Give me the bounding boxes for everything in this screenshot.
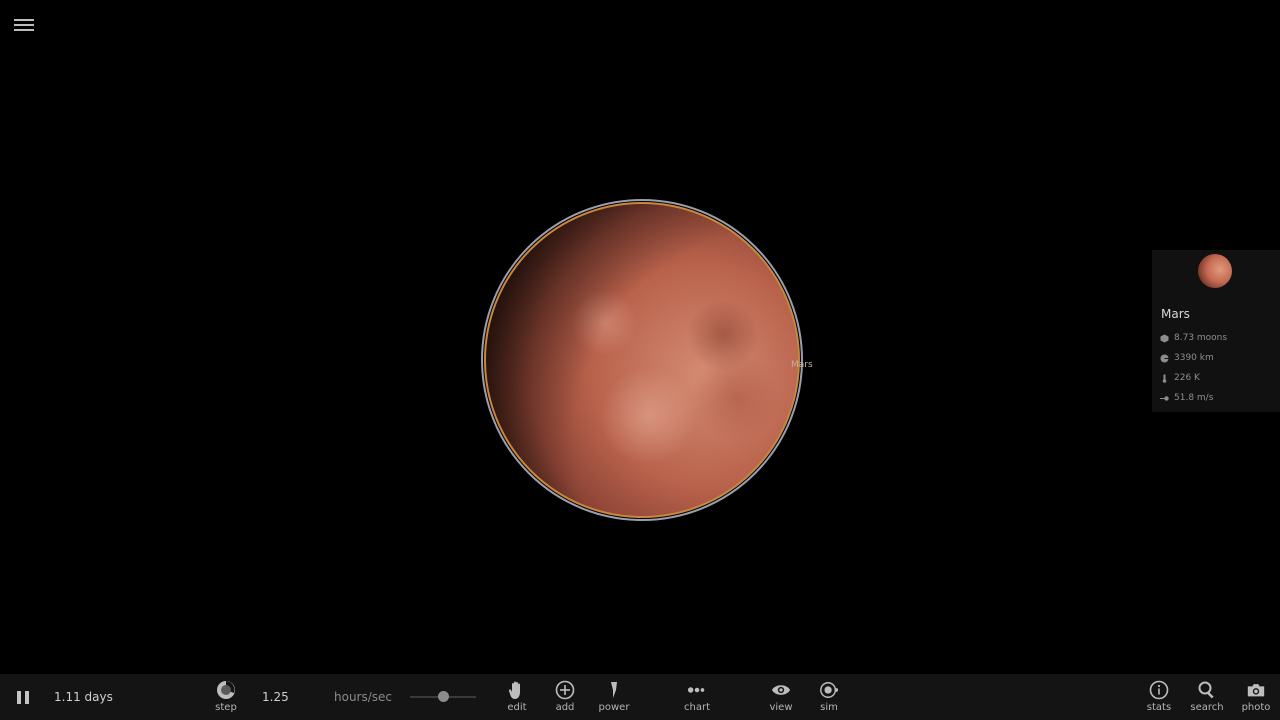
step-button[interactable]: step — [204, 680, 248, 718]
sim-button[interactable]: sim — [807, 680, 851, 718]
bottom-toolbar: 1.11 days step 1.25 hours/sec edit add p… — [0, 674, 1280, 720]
object-info-panel[interactable]: Mars 8.73 moons 3390 km 226 K 51.8 m/s — [1152, 250, 1280, 412]
speed-value[interactable]: 1.25 — [262, 690, 289, 704]
speed-unit[interactable]: hours/sec — [334, 690, 392, 704]
view-label: view — [769, 702, 793, 713]
step-icon — [216, 680, 236, 700]
speed-slider-knob[interactable] — [438, 691, 449, 702]
search-icon — [1197, 680, 1217, 700]
search-button[interactable]: search — [1185, 680, 1229, 718]
radius-icon — [1160, 354, 1169, 363]
elapsed-time: 1.11 days — [54, 690, 113, 704]
sim-label: sim — [820, 702, 838, 713]
menu-line — [14, 29, 34, 31]
planet-shadow — [486, 204, 798, 516]
mass-icon — [1160, 334, 1169, 343]
hamburger-menu-button[interactable] — [14, 16, 34, 34]
sim-orbit-icon — [819, 680, 839, 700]
view-button[interactable]: view — [759, 680, 803, 718]
temperature-value: 226 K — [1174, 373, 1200, 383]
camera-icon — [1246, 680, 1266, 700]
planet-surface[interactable] — [484, 202, 800, 518]
planet-thumbnail — [1198, 254, 1232, 288]
info-mass-row: 8.73 moons — [1160, 333, 1227, 343]
temperature-icon — [1160, 374, 1169, 383]
planet-name-label[interactable]: Mars — [791, 360, 813, 370]
pause-button[interactable] — [17, 691, 31, 704]
velocity-value: 51.8 m/s — [1174, 393, 1214, 403]
radius-value: 3390 km — [1174, 353, 1214, 363]
add-circle-icon — [555, 680, 575, 700]
object-name: Mars — [1161, 307, 1190, 321]
edit-label: edit — [507, 702, 527, 713]
step-label: step — [215, 702, 237, 713]
hand-icon — [507, 680, 527, 700]
pause-icon-bar — [17, 691, 21, 704]
chart-label: chart — [684, 702, 710, 713]
stats-label: stats — [1146, 702, 1172, 713]
menu-line — [14, 24, 34, 26]
info-radius-row: 3390 km — [1160, 353, 1214, 363]
eye-icon — [771, 680, 791, 700]
pause-icon-bar — [25, 691, 29, 704]
mass-value: 8.73 moons — [1174, 333, 1228, 343]
speed-slider[interactable] — [410, 691, 476, 703]
photo-button[interactable]: photo — [1234, 680, 1278, 718]
chart-dots-icon — [687, 680, 707, 700]
info-icon — [1149, 680, 1169, 700]
power-label: power — [598, 702, 630, 713]
info-velocity-row: 51.8 m/s — [1160, 393, 1213, 403]
chart-button[interactable]: chart — [675, 680, 719, 718]
simulation-stage[interactable]: Mars Mars 8.73 moons 3390 km 226 K 51.8 … — [0, 0, 1280, 720]
power-icon — [604, 680, 624, 700]
search-label: search — [1190, 702, 1224, 713]
photo-label: photo — [1241, 702, 1271, 713]
add-label: add — [555, 702, 575, 713]
planet-mars[interactable] — [481, 199, 803, 521]
stats-button[interactable]: stats — [1137, 680, 1181, 718]
power-button[interactable]: power — [592, 680, 636, 718]
menu-line — [14, 19, 34, 21]
info-temperature-row: 226 K — [1160, 373, 1200, 383]
edit-button[interactable]: edit — [495, 680, 539, 718]
velocity-icon — [1160, 394, 1169, 403]
add-button[interactable]: add — [543, 680, 587, 718]
